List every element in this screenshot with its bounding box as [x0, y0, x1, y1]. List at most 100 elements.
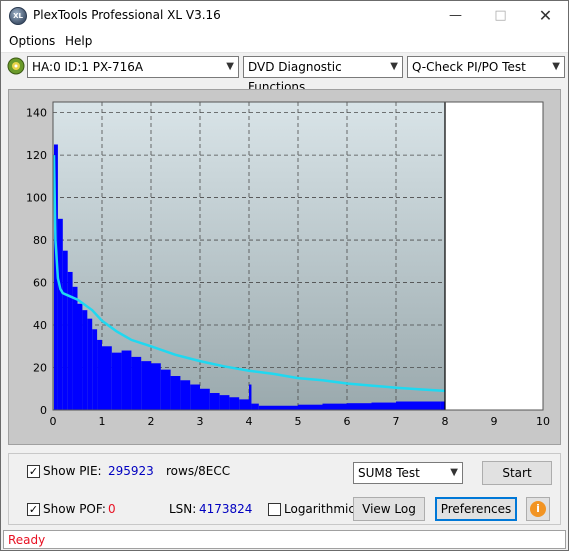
pof-value: 0 — [108, 502, 116, 516]
pie-bar — [396, 401, 421, 410]
pie-value: 295923 — [108, 464, 154, 478]
menu-options[interactable]: Options — [9, 34, 55, 48]
pie-bar — [219, 395, 230, 410]
pie-bar — [97, 339, 102, 410]
lsn-value: 4173824 — [199, 502, 253, 516]
preferences-button[interactable]: Preferences — [435, 497, 517, 521]
x-tick-label: 5 — [295, 415, 302, 428]
show-pie-checkbox[interactable]: ✓ — [27, 465, 40, 478]
pie-bar — [111, 352, 122, 410]
y-tick-label: 60 — [33, 277, 47, 290]
maximize-icon[interactable]: □ — [478, 1, 523, 31]
x-tick-label: 8 — [442, 415, 449, 428]
lsn-label: LSN: — [169, 502, 197, 516]
sum-test-value: SUM8 Test — [358, 466, 420, 480]
info-icon: i — [530, 501, 546, 517]
pie-bar — [371, 402, 396, 410]
chart-area: 0 20 40 60 80 100 120 140 0 1 2 3 4 5 6 7 8 9 10 — [8, 89, 561, 445]
pie-bar — [77, 303, 83, 410]
toolbar: HA:0 ID:1 PX-716A ▼ DVD Diagnostic Funct… — [1, 53, 568, 94]
pie-bar — [249, 384, 252, 410]
pie-bar — [273, 405, 298, 410]
pie-unit: rows/8ECC — [166, 464, 231, 478]
x-tick-label: 6 — [344, 415, 351, 428]
pie-bar — [160, 369, 171, 410]
pie-bar — [170, 376, 181, 410]
y-tick-label: 40 — [33, 319, 47, 332]
x-tick-label: 4 — [246, 415, 253, 428]
pie-bar — [440, 401, 445, 410]
chevron-down-icon: ▼ — [450, 467, 458, 478]
unwritten-region — [445, 102, 543, 410]
x-tick-label: 9 — [491, 415, 498, 428]
close-icon[interactable]: ✕ — [523, 1, 568, 31]
pie-bar — [67, 271, 73, 410]
y-tick-label: 120 — [26, 149, 47, 162]
pie-bar — [180, 380, 191, 410]
show-pof-label: Show POF: — [43, 502, 106, 516]
pie-bar — [82, 310, 88, 410]
x-tick-label: 0 — [50, 415, 57, 428]
status-text: Ready — [8, 533, 46, 547]
sum-test-select[interactable]: SUM8 Test ▼ — [353, 462, 463, 484]
x-tick-label: 3 — [197, 415, 204, 428]
pie-bar — [151, 363, 161, 410]
function-select[interactable]: DVD Diagnostic Functions ▼ — [243, 56, 403, 94]
pie-bar — [131, 356, 142, 410]
chevron-down-icon: ▼ — [390, 61, 398, 72]
view-log-button[interactable]: View Log — [353, 497, 425, 521]
menu-help[interactable]: Help — [65, 34, 92, 48]
app-icon: XL — [9, 7, 27, 25]
show-pof-checkbox[interactable]: ✓ — [27, 503, 40, 516]
pipo-chart: 0 20 40 60 80 100 120 140 0 1 2 3 4 5 6 7 8 9 10 — [26, 101, 551, 428]
pie-bar — [251, 403, 259, 410]
pie-bar — [62, 250, 68, 410]
show-pie-label: Show PIE: — [43, 464, 102, 478]
logarithmic-checkbox[interactable] — [268, 503, 281, 516]
x-axis-ticks: 0 1 2 3 4 5 6 7 8 9 10 — [50, 415, 551, 428]
y-tick-label: 140 — [26, 107, 47, 120]
pie-bar — [239, 399, 249, 410]
x-tick-label: 10 — [536, 415, 550, 428]
pie-bar — [72, 286, 78, 410]
pie-bar — [200, 388, 210, 410]
pie-bar — [92, 329, 98, 410]
status-bar: Ready — [3, 530, 566, 549]
pie-bar — [121, 350, 132, 410]
pie-bar — [141, 361, 151, 410]
test-select[interactable]: Q-Check PI/PO Test ▼ — [407, 56, 565, 78]
pie-bar — [322, 403, 347, 410]
title-bar[interactable]: XL PlexTools Professional XL V3.16 — □ ✕ — [1, 1, 568, 31]
drive-select[interactable]: HA:0 ID:1 PX-716A ▼ — [27, 56, 239, 78]
chevron-down-icon: ▼ — [552, 61, 560, 72]
start-button[interactable]: Start — [482, 461, 552, 485]
pie-bar — [190, 384, 200, 410]
pie-bar — [298, 404, 323, 410]
x-tick-label: 1 — [99, 415, 106, 428]
pie-bar — [420, 401, 441, 410]
menu-bar: Options Help — [1, 31, 568, 53]
x-tick-label: 2 — [148, 415, 155, 428]
pie-bar — [87, 318, 93, 410]
y-tick-label: 80 — [33, 234, 47, 247]
drive-icon — [7, 57, 25, 75]
y-axis-ticks: 0 20 40 60 80 100 120 140 — [26, 107, 47, 417]
chevron-down-icon: ▼ — [226, 61, 234, 72]
app-window: XL PlexTools Professional XL V3.16 — □ ✕… — [0, 0, 569, 551]
pie-bar — [258, 405, 274, 410]
pie-bar — [102, 346, 112, 410]
pie-bar — [229, 397, 240, 410]
drive-select-value: HA:0 ID:1 PX-716A — [32, 60, 144, 74]
test-select-value: Q-Check PI/PO Test — [412, 60, 526, 74]
pie-bar — [347, 403, 372, 410]
pie-bar — [57, 218, 63, 410]
x-tick-label: 7 — [393, 415, 400, 428]
y-tick-label: 100 — [26, 192, 47, 205]
minimize-icon[interactable]: — — [433, 1, 478, 31]
window-title: PlexTools Professional XL V3.16 — [33, 8, 221, 22]
pie-bar — [209, 393, 220, 410]
y-tick-label: 0 — [40, 404, 47, 417]
info-button[interactable]: i — [526, 497, 550, 521]
logarithmic-label: Logarithmic — [284, 502, 355, 516]
controls-panel: ✓ Show PIE: 295923 rows/8ECC SUM8 Test ▼… — [8, 453, 561, 525]
